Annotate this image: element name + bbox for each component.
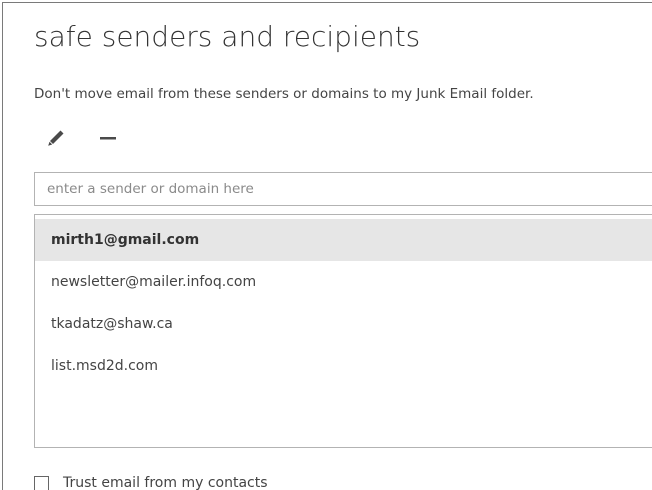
list-item[interactable]: tkadatz@shaw.ca [35, 303, 652, 345]
remove-button[interactable] [92, 126, 124, 154]
list-toolbar [42, 126, 144, 154]
edit-button[interactable] [40, 126, 72, 154]
page-title: safe senders and recipients [34, 20, 421, 53]
minus-icon [97, 127, 119, 153]
page-description: Don't move email from these senders or d… [34, 86, 534, 102]
trust-contacts-row: Trust email from my contacts [34, 472, 268, 490]
pencil-icon [45, 127, 67, 153]
list-item[interactable]: mirth1@gmail.com [35, 219, 652, 261]
trust-contacts-label[interactable]: Trust email from my contacts [63, 475, 268, 490]
sender-input[interactable] [34, 172, 652, 206]
list-item[interactable]: newsletter@mailer.infoq.com [35, 261, 652, 303]
list-item[interactable]: list.msd2d.com [35, 345, 652, 387]
safe-senders-list[interactable]: mirth1@gmail.com newsletter@mailer.infoq… [34, 214, 652, 448]
trust-contacts-checkbox[interactable] [34, 475, 49, 490]
